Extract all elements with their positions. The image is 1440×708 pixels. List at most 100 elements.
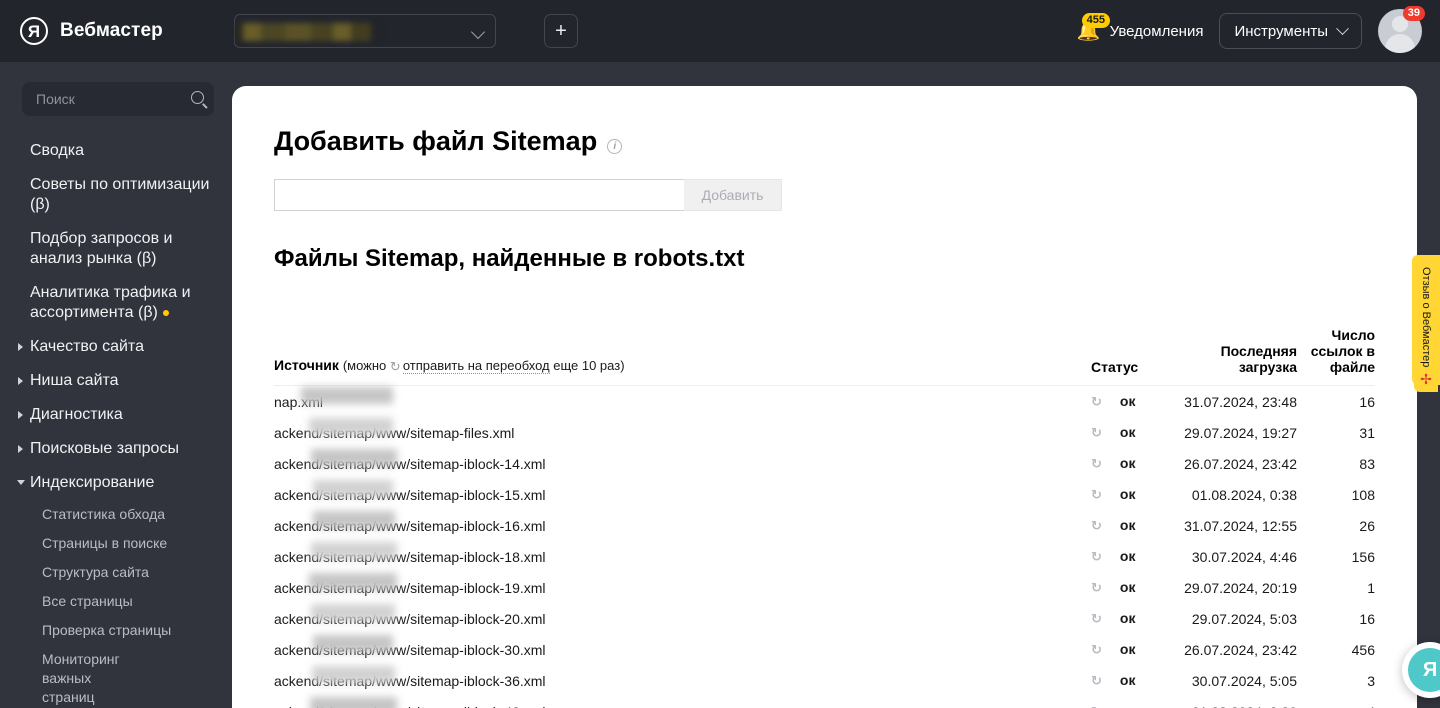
cell-last-load: 31.07.2024, 23:48 [1184,393,1297,410]
table-row: ackend/sitemap/www/sitemap-iblock-19.xml… [274,572,1375,603]
user-avatar-wrapper[interactable]: 39 [1378,6,1425,53]
sidebar-item-label: Ниша сайта [30,372,119,389]
status-badge: ок [1119,610,1136,626]
sidebar-subitem-crawl-stats[interactable]: Статистика обхода [0,500,232,529]
brand-logo[interactable]: Я Вебмастер [20,17,163,45]
sitemap-url[interactable]: ackend/sitemap/www/sitemap-iblock-15.xml [274,487,546,503]
table-row: ackend/sitemap/www/sitemap-iblock-16.xml… [274,510,1375,541]
refresh-icon[interactable]: ↻ [1091,611,1102,626]
sitemap-url[interactable]: ackend/sitemap/www/sitemap-iblock-42.xml [274,704,546,708]
cell-links-count: 31 [1359,424,1375,441]
top-bar: Я Вебмастер + 🔔 455 Уведомления Инструме… [0,0,1440,62]
sitemap-url[interactable]: ackend/sitemap/www/sitemap-iblock-14.xml [274,456,546,472]
sidebar-subitem-important-pages-monitoring[interactable]: Мониторинг важных страниц [0,645,150,708]
cell-source: ackend/sitemap/www/sitemap-files.xml [274,417,1091,448]
sidebar-item-label: Сводка [30,142,85,159]
cell-last-load: 30.07.2024, 4:46 [1191,548,1297,565]
sidebar-item-summary[interactable]: Сводка [0,134,232,168]
chevron-down-icon [17,480,25,489]
refresh-icon[interactable]: ↻ [1091,642,1102,657]
refresh-icon[interactable]: ↻ [1091,425,1102,440]
add-site-button[interactable]: + [544,14,578,48]
refresh-icon[interactable]: ↻ [1091,673,1102,688]
column-header-status: Статус [1091,327,1177,386]
refresh-icon[interactable]: ↻ [1091,487,1102,502]
sitemap-url[interactable]: ackend/sitemap/www/sitemap-iblock-36.xml [274,673,546,689]
chevron-down-icon [1336,21,1349,35]
cell-status: ↻ ок [1091,603,1177,634]
sidebar-item-optimization-tips[interactable]: Советы по оптимизации (β) [0,168,232,222]
refresh-icon[interactable]: ↻ [1091,456,1102,471]
sitemap-url[interactable]: ackend/sitemap/www/sitemap-iblock-18.xml [274,549,546,565]
sitemap-url[interactable]: ackend/sitemap/www/sitemap-iblock-20.xml [274,611,546,627]
sitemap-url[interactable]: ackend/sitemap/www/sitemap-files.xml [274,425,514,441]
sidebar-subitem-page-check[interactable]: Проверка страницы [0,616,232,645]
recrawl-link[interactable]: отправить на переобход [402,358,550,374]
refresh-icon[interactable]: ↻ [1091,549,1102,564]
sidebar-item-site-quality[interactable]: Качество сайта [0,330,232,364]
site-selector[interactable] [234,14,496,48]
sidebar-item-traffic-analytics[interactable]: Аналитика трафика и ассортимента (β) [0,276,232,330]
recrawl-note: (можно ↻ отправить на переобход еще 10 ра… [342,358,625,374]
table-head: Источник (можно ↻ отправить на переобход … [274,327,1375,386]
sitemaps-table: Источник (можно ↻ отправить на переобход … [274,327,1375,708]
cell-source: ackend/sitemap/www/sitemap-iblock-16.xml [274,510,1091,541]
sitemap-url[interactable]: ackend/sitemap/www/sitemap-iblock-16.xml [274,518,546,534]
refresh-icon[interactable]: ↻ [1091,518,1102,533]
chevron-right-icon [18,411,23,419]
sidebar-subitem-all-pages[interactable]: Все страницы [0,587,232,616]
refresh-icon[interactable]: ↻ [1091,704,1102,708]
recrawl-note-before: (можно [342,358,387,373]
sitemap-url[interactable]: nap.xml [274,394,323,410]
site-name-redacted [235,23,381,41]
status-badge: ок [1119,517,1136,533]
cell-status: ↻ ок [1091,696,1177,708]
cell-status: ↻ ок [1091,665,1177,696]
sidebar: Сводка Советы по оптимизации (β) Подбор … [0,62,232,708]
sidebar-item-diagnostics[interactable]: Диагностика [0,398,232,432]
info-icon[interactable]: i [607,139,623,154]
content-inner: Добавить файл Sitemap i Добавить Файлы S… [232,86,1417,708]
new-indicator-dot [162,309,169,316]
status-badge: ок [1119,486,1136,502]
tools-dropdown-button[interactable]: Инструменты [1219,13,1362,49]
page-title-text: Добавить файл Sitemap [274,126,598,156]
cell-source: ackend/sitemap/www/sitemap-iblock-18.xml [274,541,1091,572]
feedback-wrench-icon[interactable]: ✢ [1414,368,1438,392]
cell-status: ↻ ок [1091,510,1177,541]
refresh-icon[interactable]: ↻ [1091,580,1102,595]
sidebar-item-search-queries[interactable]: Поисковые запросы [0,432,232,466]
column-header-source: Источник (можно ↻ отправить на переобход … [274,327,1091,386]
main-content: Добавить файл Sitemap i Добавить Файлы S… [232,86,1417,708]
add-sitemap-button[interactable]: Добавить [684,179,782,211]
sidebar-item-indexing[interactable]: Индексирование [0,466,232,500]
sidebar-item-label: Советы по оптимизации (β) [30,176,210,213]
cell-status: ↻ ок [1091,417,1177,448]
cell-status: ↻ ок [1091,541,1177,572]
cell-last-load: 29.07.2024, 20:19 [1184,579,1297,596]
section-title: Файлы Sitemap, найденные в robots.txt [274,245,745,272]
feedback-tab[interactable]: Отзыв о Вебмастере [1412,255,1440,385]
sitemap-url[interactable]: ackend/sitemap/www/sitemap-iblock-19.xml [274,580,546,596]
cell-last-load: 26.07.2024, 23:42 [1184,455,1297,472]
sidebar-item-site-niche[interactable]: Ниша сайта [0,364,232,398]
refresh-icon[interactable]: ↻ [1091,394,1102,409]
cell-source: ackend/sitemap/www/sitemap-iblock-14.xml [274,448,1091,479]
sidebar-item-query-selection[interactable]: Подбор запросов и анализ рынка (β) [0,222,232,276]
search-input[interactable] [34,90,179,108]
cell-links-count: 4 [1297,696,1375,708]
feedback-tab-label: Отзыв о Вебмастере [1420,266,1432,374]
table-row: ackend/sitemap/www/sitemap-iblock-15.xml… [274,479,1375,510]
sitemap-url[interactable]: ackend/sitemap/www/sitemap-iblock-30.xml [274,642,546,658]
sitemap-url-input[interactable] [274,179,684,211]
sidebar-search[interactable] [22,82,214,116]
cell-source: ackend/sitemap/www/sitemap-iblock-15.xml [274,479,1091,510]
avatar-count-badge: 39 [1402,6,1425,21]
status-badge: ок [1119,455,1136,471]
sidebar-subitem-site-structure[interactable]: Структура сайта [0,558,232,587]
yandex-logo-icon: Я [20,17,48,45]
cell-links-count: 108 [1351,486,1375,503]
sidebar-subitem-pages-in-search[interactable]: Страницы в поиске [0,529,232,558]
table-row: ackend/sitemap/www/sitemap-files.xml ↻ ок 2… [274,417,1375,448]
notifications-button[interactable]: 🔔 455 Уведомления [1074,13,1203,45]
